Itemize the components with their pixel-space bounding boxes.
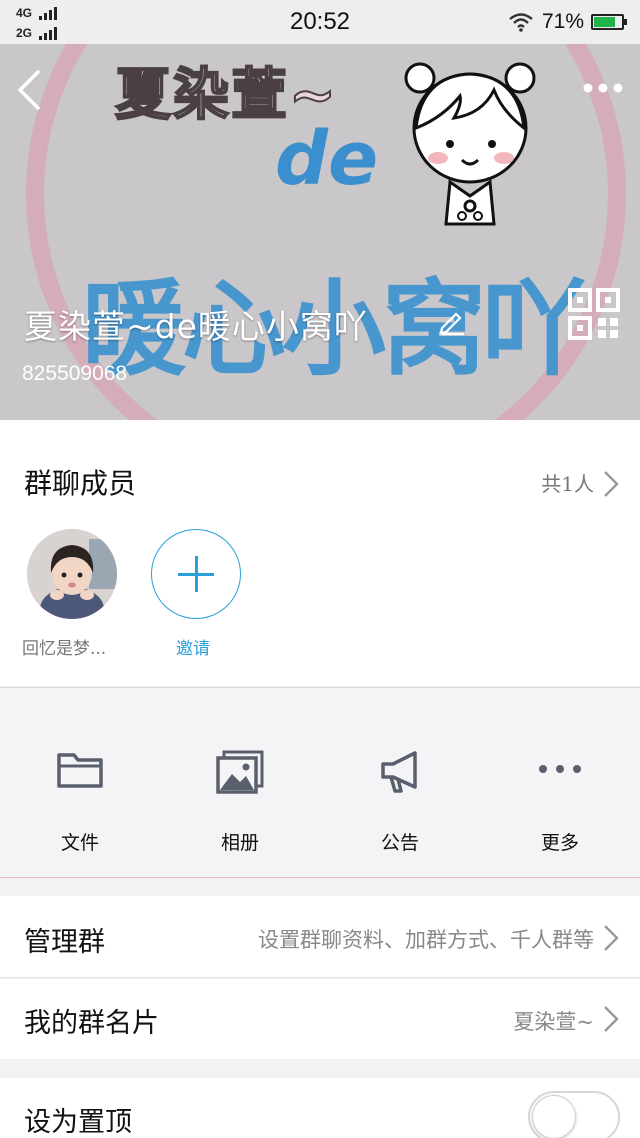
megaphone-icon — [381, 751, 417, 793]
wifi-icon — [509, 13, 533, 32]
my-group-card-label: 我的群名片 — [24, 1008, 159, 1039]
action-label: 公告 — [380, 832, 419, 854]
action-announcement[interactable]: 公告 — [320, 688, 480, 878]
chevron-right-icon — [604, 925, 619, 951]
photo-album-icon — [216, 750, 264, 794]
members-title: 群聊成员 — [24, 467, 137, 500]
avatar[interactable] — [27, 529, 117, 619]
action-album[interactable]: 相册 — [160, 688, 320, 878]
members-count[interactable]: 共1人 — [541, 468, 594, 497]
chevron-right-icon — [604, 1006, 619, 1032]
folder-icon — [57, 753, 103, 788]
manage-group-row[interactable]: 管理群 设置群聊资料、加群方式、千人群等 — [0, 896, 640, 978]
cartoon-girl-illustration — [404, 62, 536, 226]
edit-icon[interactable] — [436, 306, 466, 336]
more-icon[interactable] — [582, 82, 624, 94]
group-id: 825509068 — [22, 362, 128, 385]
toggle-knob — [532, 1095, 576, 1138]
action-more[interactable]: 更多 — [480, 688, 640, 878]
chevron-right-icon[interactable] — [602, 470, 620, 498]
my-group-card-row[interactable]: 我的群名片 夏染萱~ — [0, 979, 640, 1059]
group-name[interactable]: 夏染萱~de暖心小窝吖 — [24, 300, 368, 348]
member-photo — [27, 529, 117, 619]
action-label: 相册 — [220, 832, 259, 854]
action-label: 更多 — [540, 832, 579, 854]
group-header: 夏染萱~ de 暖心小窝吖 夏染萱~de暖心小窝吖 825509068 — [0, 44, 640, 420]
manage-group-description: 设置群聊资料、加群方式、千人群等 — [258, 928, 594, 952]
status-bar: 4G 2G 20:52 71% — [0, 0, 640, 44]
banner-de-art: de — [275, 116, 379, 202]
invite-label[interactable]: 邀请 — [176, 634, 210, 659]
invite-button[interactable] — [151, 529, 241, 619]
action-file[interactable]: 文件 — [0, 688, 160, 878]
back-icon[interactable] — [16, 70, 42, 110]
battery-percentage: 71% — [542, 10, 585, 33]
qr-code-icon[interactable] — [568, 288, 620, 340]
member-name: 回忆是梦... — [22, 639, 107, 659]
group-members-section: 群聊成员 共1人 回忆是梦... 邀请 — [0, 420, 640, 686]
manage-group-label: 管理群 — [24, 927, 105, 958]
pin-to-top-label: 设为置顶 — [24, 1107, 132, 1138]
battery-icon — [591, 14, 627, 30]
my-group-card-value: 夏染萱~ — [513, 1010, 594, 1034]
pin-to-top-row: 设为置顶 — [0, 1078, 640, 1138]
action-label: 文件 — [60, 832, 99, 854]
group-actions-bar: 文件 相册 公告 更多 — [0, 687, 640, 878]
more-dots-icon — [539, 765, 581, 773]
pin-to-top-toggle[interactable] — [528, 1091, 620, 1138]
